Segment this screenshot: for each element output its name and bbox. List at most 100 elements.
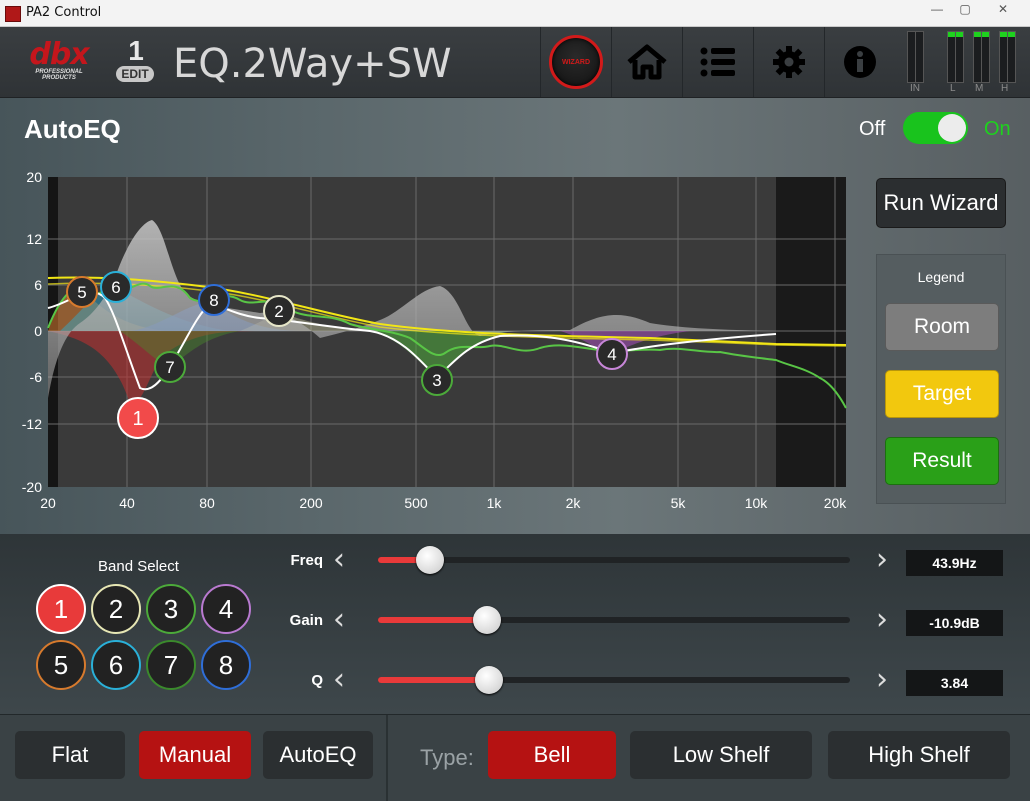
x-label: 2k xyxy=(566,495,582,511)
info-icon xyxy=(844,46,876,78)
q-decrease-button[interactable]: ‹ xyxy=(333,665,353,696)
meter-in-2 xyxy=(915,31,924,83)
list-icon xyxy=(700,47,735,77)
q-slider-fill xyxy=(378,677,489,683)
band-marker-7[interactable]: 7 xyxy=(154,351,186,383)
gain-decrease-button[interactable]: ‹ xyxy=(333,605,353,636)
x-axis-labels: 20 40 80 200 500 1k 2k 5k 10k 20k xyxy=(40,495,847,511)
band-select-7[interactable]: 7 xyxy=(146,640,196,690)
band-select-6[interactable]: 6 xyxy=(91,640,141,690)
y-label: -6 xyxy=(30,369,43,385)
band-marker-label: 4 xyxy=(607,345,616,364)
gain-value: -10.9dB xyxy=(906,610,1003,636)
band-select-1[interactable]: 1 xyxy=(36,584,86,634)
bottom-toolbar: Flat Manual AutoEQ Type: Bell Low Shelf … xyxy=(0,714,1030,801)
window-titlebar: PA2 Control — ▢ ✕ xyxy=(0,0,1030,27)
settings-button[interactable] xyxy=(753,27,824,97)
band-marker-2[interactable]: 2 xyxy=(263,295,295,327)
q-slider-thumb[interactable] xyxy=(474,666,503,694)
band-marker-label: 1 xyxy=(132,408,143,430)
meter-label-h: H xyxy=(1001,83,1009,94)
edit-button[interactable]: EDIT xyxy=(116,66,154,82)
gain-increase-button[interactable]: › xyxy=(876,605,896,636)
logo-text: dbx xyxy=(29,37,89,72)
meter-label-in: IN xyxy=(910,83,920,94)
band-marker-label: 8 xyxy=(209,291,218,310)
preset-name: EQ.2Way+SW xyxy=(173,41,452,87)
flat-button[interactable]: Flat xyxy=(15,731,125,779)
y-label: -12 xyxy=(22,416,42,432)
freq-slider[interactable] xyxy=(378,546,850,574)
gain-slider-thumb[interactable] xyxy=(472,606,501,634)
toggle-on-label: On xyxy=(984,118,1011,140)
freq-increase-button[interactable]: › xyxy=(876,545,896,576)
type-high-shelf-button[interactable]: High Shelf xyxy=(828,731,1010,779)
maximize-button[interactable]: ▢ xyxy=(952,1,978,18)
meter-label-l: L xyxy=(950,83,956,94)
band-marker-label: 6 xyxy=(111,278,120,297)
band-marker-8[interactable]: 8 xyxy=(198,284,230,316)
legend-panel: Legend Room Target Result xyxy=(876,254,1006,504)
band-parameters-panel: Band Select 1 2 3 4 5 6 7 8 Freq ‹ › 43.… xyxy=(0,534,1030,714)
y-label: 12 xyxy=(26,231,42,247)
band-select-8[interactable]: 8 xyxy=(201,640,251,690)
x-label: 10k xyxy=(745,495,769,511)
wizard-button[interactable]: WIZARD xyxy=(540,27,611,97)
x-label: 20k xyxy=(824,495,848,511)
type-low-shelf-button[interactable]: Low Shelf xyxy=(630,731,812,779)
toggle-knob xyxy=(938,114,966,142)
gain-slider[interactable] xyxy=(378,606,850,634)
meter-l-2 xyxy=(955,31,964,83)
type-label: Type: xyxy=(420,745,474,770)
x-label: 20 xyxy=(40,495,56,511)
run-wizard-button[interactable]: Run Wizard xyxy=(876,178,1006,228)
band-marker-3[interactable]: 3 xyxy=(421,364,453,396)
band-select-4[interactable]: 4 xyxy=(201,584,251,634)
y-label: 20 xyxy=(26,169,42,185)
home-button[interactable] xyxy=(611,27,682,97)
freq-slider-thumb[interactable] xyxy=(415,546,444,574)
y-label: 0 xyxy=(34,323,42,339)
y-axis-labels: 20 12 6 0 -6 -12 -20 xyxy=(22,169,42,495)
list-button[interactable] xyxy=(682,27,753,97)
band-marker-6[interactable]: 6 xyxy=(100,271,132,303)
eq-graph[interactable]: 20 12 6 0 -6 -12 -20 20 40 80 200 500 1k… xyxy=(0,98,870,534)
q-increase-button[interactable]: › xyxy=(876,665,896,696)
legend-room-button[interactable]: Room xyxy=(885,303,999,351)
x-label: 80 xyxy=(199,495,215,511)
wizard-icon: WIZARD xyxy=(549,35,603,89)
autoeq-panel: AutoEQ Off On 20 12 6 0 -6 -12 -20 20 40… xyxy=(0,98,1030,534)
band-select-5[interactable]: 5 xyxy=(36,640,86,690)
app-header: dbx PROFESSIONAL PRODUCTS 1 EDIT EQ.2Way… xyxy=(0,27,1030,98)
band-select-2[interactable]: 2 xyxy=(91,584,141,634)
close-button[interactable]: ✕ xyxy=(980,1,1026,18)
x-label: 40 xyxy=(119,495,135,511)
toolbar-divider xyxy=(386,715,388,801)
band-marker-5[interactable]: 5 xyxy=(66,276,98,308)
legend-target-button[interactable]: Target xyxy=(885,370,999,418)
home-icon xyxy=(627,44,667,80)
preset-number: 1 xyxy=(128,35,144,66)
band-marker-label: 5 xyxy=(77,283,86,302)
info-button[interactable] xyxy=(824,27,895,97)
y-label: 6 xyxy=(34,277,42,293)
meter-m-2 xyxy=(981,31,990,83)
q-slider[interactable] xyxy=(378,666,850,694)
type-bell-button[interactable]: Bell xyxy=(488,731,616,779)
q-label: Q xyxy=(311,672,323,689)
freq-decrease-button[interactable]: ‹ xyxy=(333,545,353,576)
manual-button[interactable]: Manual xyxy=(139,731,251,779)
freq-label: Freq xyxy=(290,552,323,569)
meter-label-m: M xyxy=(975,83,984,94)
band-marker-label: 3 xyxy=(432,371,441,390)
band-select-3[interactable]: 3 xyxy=(146,584,196,634)
meter-h-2 xyxy=(1007,31,1016,83)
minimize-button[interactable]: — xyxy=(924,1,950,18)
autoeq-toggle[interactable] xyxy=(903,112,968,144)
legend-result-button[interactable]: Result xyxy=(885,437,999,485)
autoeq-button[interactable]: AutoEQ xyxy=(263,731,373,779)
legend-title: Legend xyxy=(917,269,965,285)
band-marker-1[interactable]: 1 xyxy=(117,397,159,439)
band-marker-4[interactable]: 4 xyxy=(596,338,628,370)
x-label: 500 xyxy=(404,495,428,511)
